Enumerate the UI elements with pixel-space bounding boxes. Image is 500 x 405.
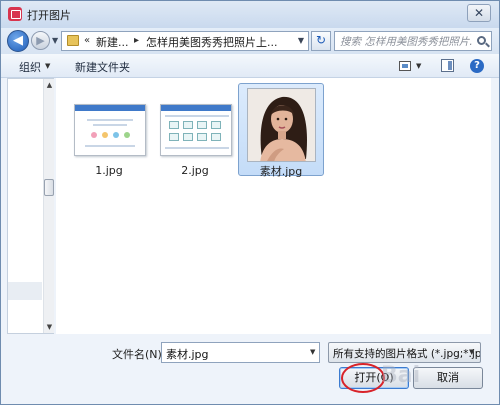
filename-dropdown-icon[interactable]: ▼ — [310, 348, 315, 356]
breadcrumb-overflow-icon[interactable]: « — [84, 35, 90, 46]
scroll-thumb[interactable] — [44, 179, 54, 196]
nav-pane-selection — [8, 282, 42, 300]
nav-scrollbar[interactable]: ▲ ▼ — [43, 79, 54, 333]
forward-button[interactable]: ▶ — [31, 31, 50, 50]
help-icon[interactable]: ? — [470, 59, 484, 73]
address-dropdown-icon[interactable]: ▼ — [298, 36, 304, 45]
file-type-dropdown-icon[interactable]: ▼ — [469, 348, 474, 356]
filename-label: 文件名(N): — [112, 348, 166, 361]
app-icon — [8, 7, 22, 21]
file-item[interactable]: 1.jpg — [66, 84, 152, 177]
scroll-down-icon[interactable]: ▼ — [44, 321, 55, 333]
close-icon: ✕ — [473, 6, 485, 20]
folder-icon — [67, 35, 79, 46]
open-button[interactable]: 打开(O) — [339, 367, 409, 389]
file-name: 2.jpg — [181, 164, 209, 177]
organize-menu[interactable]: 组织 — [19, 59, 41, 75]
search-icon — [477, 36, 486, 45]
view-mode-icon[interactable] — [399, 61, 411, 71]
file-type-select[interactable]: 所有支持的图片格式 (*.jpg;*.jp — [328, 342, 481, 363]
breadcrumb-chevron-icon[interactable]: ▸ — [134, 35, 139, 46]
file-name: 1.jpg — [95, 164, 123, 177]
new-folder-button[interactable]: 新建文件夹 — [75, 59, 130, 75]
scroll-up-icon[interactable]: ▲ — [44, 79, 55, 91]
window-title: 打开图片 — [27, 9, 71, 22]
navigation-pane[interactable]: ▲ ▼ — [7, 78, 54, 334]
address-bar[interactable]: « 新建... ▸ 怎样用美图秀秀把照片上... ▼ — [61, 31, 309, 51]
cancel-button[interactable]: 取消 — [413, 367, 483, 389]
image-thumbnail — [74, 104, 146, 156]
close-button[interactable]: ✕ — [467, 4, 491, 22]
search-input[interactable]: 搜索 怎样用美图秀秀把照片... — [334, 31, 492, 51]
address-row: ◀ ▶ ▼ « 新建... ▸ 怎样用美图秀秀把照片上... ▼ ↻ 搜索 怎样… — [1, 28, 499, 54]
refresh-icon: ↻ — [315, 33, 327, 47]
filename-input[interactable]: 素材.jpg — [161, 342, 320, 363]
portrait-photo-thumbnail — [247, 88, 316, 162]
open-image-dialog: 打开图片 ✕ ◀ ▶ ▼ « 新建... ▸ 怎样用美图秀秀把照片上... ▼ … — [0, 0, 500, 405]
preview-pane-icon[interactable] — [441, 59, 454, 72]
forward-arrow-icon: ▶ — [36, 34, 45, 47]
back-button[interactable]: ◀ — [7, 30, 29, 52]
breadcrumb-item[interactable]: 新建... — [96, 34, 129, 50]
back-arrow-icon: ◀ — [13, 33, 23, 48]
file-item[interactable]: 2.jpg — [152, 84, 238, 177]
title-bar: 打开图片 ✕ — [1, 1, 499, 28]
file-name: 素材.jpg — [259, 165, 303, 178]
view-dropdown-icon[interactable]: ▼ — [416, 62, 421, 70]
organize-dropdown-icon[interactable]: ▼ — [45, 62, 50, 70]
image-thumbnail — [160, 104, 232, 156]
file-item-selected[interactable]: 素材.jpg — [238, 83, 324, 178]
recent-locations-dropdown[interactable]: ▼ — [52, 36, 58, 45]
search-placeholder: 搜索 怎样用美图秀秀把照片... — [340, 36, 472, 48]
refresh-button[interactable]: ↻ — [311, 31, 331, 51]
command-toolbar: 组织 ▼ 新建文件夹 ▼ ? — [1, 54, 499, 78]
breadcrumb-item[interactable]: 怎样用美图秀秀把照片上... — [146, 34, 278, 50]
file-list: 1.jpg 2.jpg 素材.jpg — [56, 78, 491, 334]
